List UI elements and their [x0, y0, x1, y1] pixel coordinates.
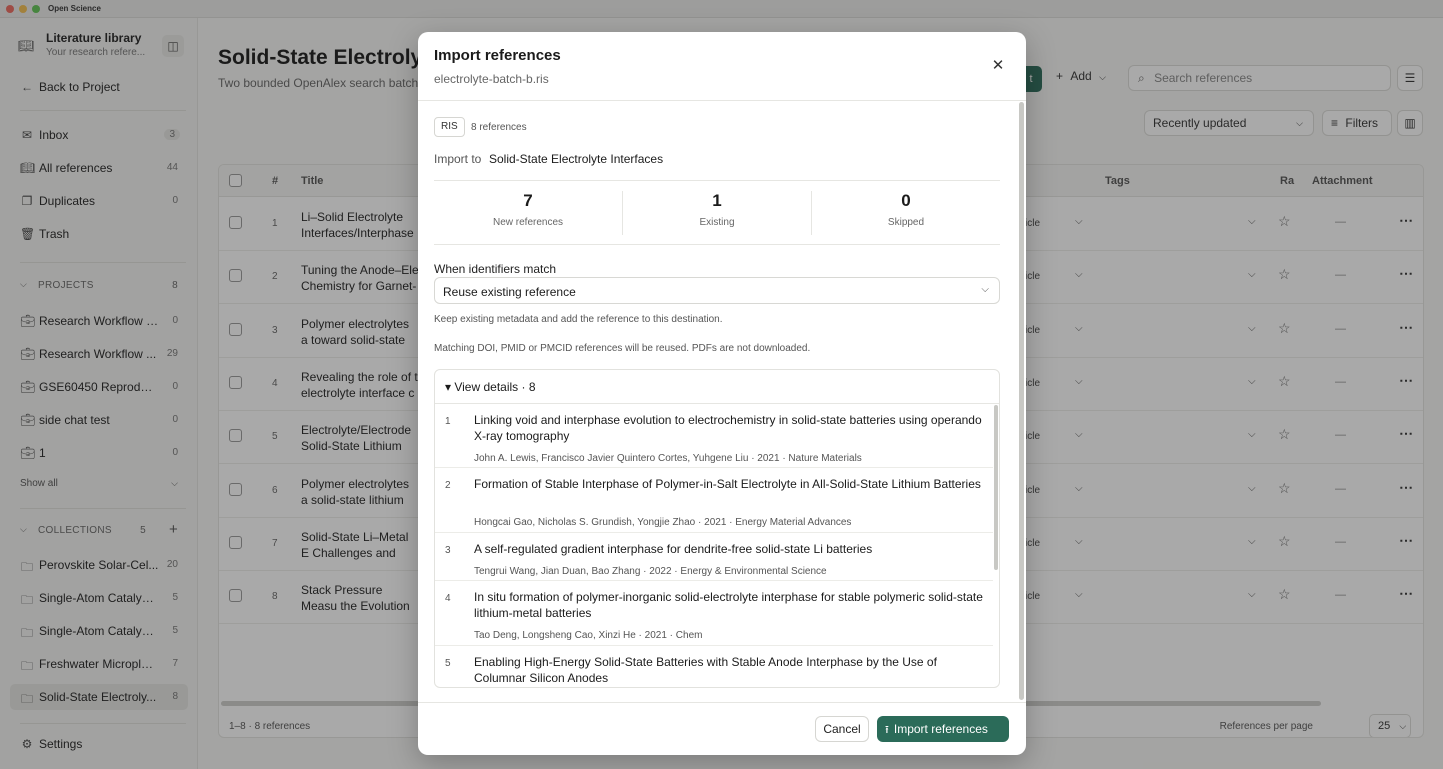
stat-value: 7 [523, 191, 533, 210]
reference-item: 5 Enabling High-Energy Solid-State Batter… [435, 646, 993, 687]
divider [434, 180, 1000, 181]
format-badge: RIS [434, 117, 465, 137]
reference-number: 2 [445, 480, 451, 491]
stat-existing: 1 Existing [623, 191, 811, 228]
stat-value: 0 [901, 191, 911, 210]
stat-label: New references [492, 217, 564, 228]
stat-new: 7 New references [434, 191, 622, 228]
import-references-button[interactable]: ⭱ Import references [877, 716, 1009, 742]
chevron-down-icon: ⌵ [981, 284, 989, 295]
stat-value: 1 [712, 191, 722, 210]
reference-title: In situ formation of polymer-inorganic s… [474, 590, 983, 620]
import-references-dialog: Import references electrolyte-batch-b.ri… [418, 32, 1026, 755]
reference-title: Formation of Stable Interphase of Polyme… [474, 477, 981, 491]
reference-number: 5 [445, 658, 451, 669]
match-policy-value: Reuse existing reference [443, 285, 576, 299]
reference-meta: John A. Lewis, Francisco Javier Quintero… [474, 453, 862, 464]
upload-icon: ⭱ [885, 724, 889, 736]
reference-title: Linking void and interphase evolution to… [474, 413, 982, 443]
import-destination: Solid-State Electrolyte Interfaces [489, 152, 664, 166]
match-policy-label: When identifiers match [434, 262, 557, 276]
match-hint: Keep existing metadata and add the refer… [434, 314, 723, 325]
reference-item: 3 A self-regulated gradient interphase fo… [435, 533, 993, 581]
stat-label: Existing [699, 217, 735, 228]
reference-number: 3 [445, 545, 451, 556]
stat-label: Skipped [887, 217, 925, 228]
close-icon[interactable]: ✕ [988, 57, 1008, 77]
cancel-button[interactable]: Cancel [815, 716, 869, 742]
view-details-toggle[interactable]: ▾ View details · 8 [445, 380, 536, 394]
reference-number: 1 [445, 416, 451, 427]
reference-title: A self-regulated gradient interphase for… [474, 542, 873, 556]
dialog-file-name: electrolyte-batch-b.ris [434, 72, 549, 86]
match-policy-select[interactable]: Reuse existing reference ⌵ [434, 277, 1000, 304]
reference-title: Enabling High-Energy Solid-State Batteri… [474, 655, 937, 685]
details-scrollbar[interactable] [994, 405, 998, 570]
reference-meta: Hongcai Gao, Nicholas S. Grundish, Yongj… [474, 517, 852, 528]
import-to-label: Import to [434, 152, 482, 166]
stat-skipped: 0 Skipped [812, 191, 1000, 228]
dialog-title: Import references [434, 47, 561, 64]
dialog-body: RIS 8 references Import to Solid-State E… [418, 101, 1018, 702]
reference-item: 2 Formation of Stable Interphase of Polym… [435, 468, 993, 533]
dialog-scrollbar[interactable] [1019, 102, 1024, 700]
match-note: Matching DOI, PMID or PMCID references w… [434, 343, 811, 354]
reference-item: 1 Linking void and interphase evolution t… [435, 404, 993, 468]
reference-item: 4 In situ formation of polymer-inorganic … [435, 581, 993, 646]
import-label: Import references [893, 722, 988, 736]
format-count: 8 references [471, 122, 527, 133]
reference-meta: Tao Deng, Longsheng Cao, Xinzi He · 2021… [474, 630, 703, 641]
reference-number: 4 [445, 593, 451, 604]
divider [434, 244, 1000, 245]
divider [418, 702, 1026, 703]
details-panel: ▾ View details · 8 1 Linking void and int… [434, 369, 1000, 688]
reference-meta: Tengrui Wang, Jian Duan, Bao Zhang · 202… [474, 566, 827, 577]
